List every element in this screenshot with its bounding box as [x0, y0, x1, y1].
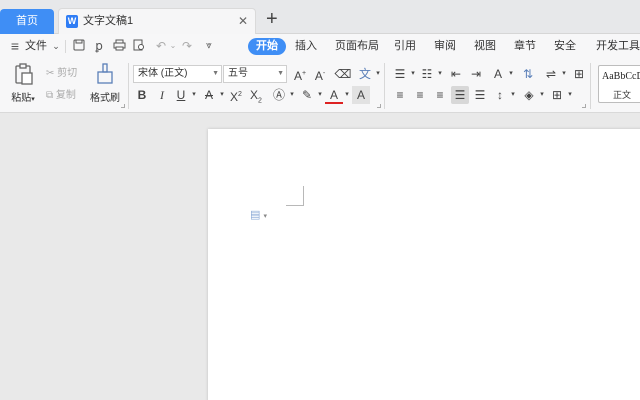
menu-tab-page-layout[interactable]: 页面布局: [335, 34, 379, 59]
print-icon[interactable]: [112, 39, 126, 53]
clear-format-icon[interactable]: ⌫: [334, 65, 352, 83]
bold-icon[interactable]: B: [133, 86, 151, 104]
menu-tab-review[interactable]: 审阅: [434, 34, 456, 59]
menu-tab-developer[interactable]: 开发工具: [596, 34, 640, 59]
copy-icon: ⧉: [46, 90, 54, 101]
font-name-value: 宋体 (正文): [138, 68, 188, 79]
print-preview-icon[interactable]: [132, 39, 146, 53]
copy-label: 复制: [55, 90, 76, 101]
customize-toolbar-icon[interactable]: ⩔: [202, 39, 216, 53]
chevron-down-icon: ▼: [277, 70, 284, 77]
file-menu-chevron-icon[interactable]: ⌄: [49, 39, 63, 53]
distributed-align-icon[interactable]: ☰: [471, 86, 489, 104]
increase-indent-icon[interactable]: ⇥: [467, 65, 485, 83]
clipboard-group-launcher[interactable]: [121, 104, 125, 108]
paste-button[interactable]: 粘贴▾: [8, 62, 38, 104]
decrease-indent-icon[interactable]: ⇤: [447, 65, 465, 83]
chevron-down-icon[interactable]: ▾: [561, 86, 579, 104]
paragraph-layout-icon[interactable]: ▤ ▾: [250, 208, 267, 221]
cut-button[interactable]: ✂ 剪切: [46, 65, 77, 83]
menu-tab-insert[interactable]: 插入: [295, 34, 317, 59]
wps-writer-icon: W: [66, 15, 78, 28]
copy-button[interactable]: ⧉ 复制: [46, 87, 76, 105]
tab-document[interactable]: W 文字文稿1 ✕: [58, 8, 256, 34]
ribbon-separator: [128, 63, 129, 109]
format-icon[interactable]: ꝑ: [92, 39, 106, 53]
document-workspace[interactable]: ▤ ▾: [0, 114, 640, 400]
document-tab-title: 文字文稿1: [83, 15, 134, 27]
font-size-select[interactable]: 五号 ▼: [223, 65, 287, 83]
tab-home[interactable]: 首页: [0, 9, 54, 34]
document-page[interactable]: ▤ ▾: [208, 129, 640, 400]
align-right-icon[interactable]: ≡: [431, 86, 449, 104]
close-tab-icon[interactable]: ✕: [238, 9, 248, 34]
menu-tab-view[interactable]: 视图: [474, 34, 496, 59]
font-size-value: 五号: [228, 68, 248, 79]
italic-icon[interactable]: I: [153, 86, 171, 104]
file-menu[interactable]: 文件: [25, 34, 47, 59]
menu-tab-references[interactable]: 引用: [394, 34, 416, 59]
sort-icon[interactable]: ⇅: [519, 65, 537, 83]
clipboard-icon: [11, 62, 35, 86]
character-shading-icon[interactable]: A: [352, 86, 370, 104]
style-name: 正文: [613, 90, 632, 100]
style-normal-preview[interactable]: AaBbCcDd 正文: [598, 65, 640, 103]
menu-bar: ≡ 文件 ⌄ ꝑ ↶ ⌄ ↷ ⩔ 开始 插入 页面布局 引用 审阅 视图 章节 …: [0, 34, 640, 59]
superscript-icon[interactable]: X2: [227, 86, 245, 104]
save-icon[interactable]: [72, 39, 86, 53]
chevron-down-icon: ▼: [212, 70, 219, 77]
scissors-icon: ✂: [46, 68, 55, 79]
ribbon-separator: [384, 63, 385, 109]
ribbon-toolbar: 粘贴▾ ✂ 剪切 ⧉ 复制 格式刷 宋体 (正文) ▼ 五号 ▼ A+ A- ⌫…: [0, 59, 640, 113]
format-painter-button[interactable]: 格式刷: [88, 62, 122, 104]
format-painter-label: 格式刷: [90, 93, 120, 104]
align-left-icon[interactable]: ≡: [391, 86, 409, 104]
ribbon-separator: [590, 63, 591, 109]
redo-icon[interactable]: ↷: [180, 39, 194, 53]
menu-separator: [65, 40, 66, 53]
hamburger-menu-icon[interactable]: ≡: [8, 39, 22, 53]
tab-bar: 首页 W 文字文稿1 ✕ +: [0, 0, 640, 34]
margin-corner-mark: [286, 186, 304, 206]
table-grid-icon[interactable]: ⊞: [570, 65, 588, 83]
paste-label: 粘贴: [11, 93, 32, 104]
grow-font-icon[interactable]: A+: [291, 65, 309, 83]
undo-chevron-icon[interactable]: ⌄: [166, 39, 180, 53]
paragraph-group-launcher[interactable]: [582, 104, 586, 108]
menu-tab-chapter[interactable]: 章节: [514, 34, 536, 59]
menu-tab-start[interactable]: 开始: [248, 38, 286, 55]
shrink-font-icon[interactable]: A-: [311, 65, 329, 83]
font-group-launcher[interactable]: [377, 104, 381, 108]
new-tab-icon[interactable]: +: [266, 6, 278, 32]
align-center-icon[interactable]: ≡: [411, 86, 429, 104]
cut-label: 剪切: [57, 68, 78, 79]
font-name-select[interactable]: 宋体 (正文) ▼: [133, 65, 222, 83]
subscript-icon[interactable]: X2: [247, 86, 265, 104]
style-preview-text: AaBbCcDd: [602, 71, 640, 82]
menu-tab-security[interactable]: 安全: [554, 34, 576, 59]
justify-icon[interactable]: ☰: [451, 86, 469, 104]
chevron-down-icon[interactable]: ▾: [502, 65, 520, 83]
paintbrush-icon: [93, 62, 117, 86]
